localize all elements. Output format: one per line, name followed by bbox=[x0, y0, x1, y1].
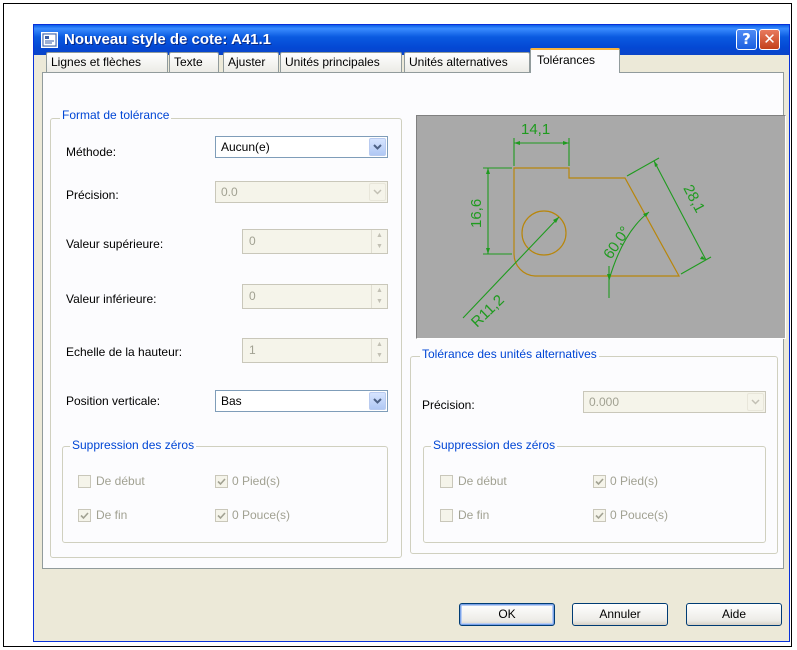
alt-de-debut-label: De début bbox=[458, 474, 507, 488]
tab-texte[interactable]: Texte bbox=[169, 52, 219, 72]
valeur-superieure-value: 0 bbox=[249, 234, 256, 248]
methode-select[interactable]: Aucun(e) bbox=[215, 136, 388, 158]
pied-checkbox[interactable] bbox=[215, 475, 228, 488]
de-debut-label: De début bbox=[96, 474, 145, 488]
aide-button[interactable]: Aide bbox=[686, 603, 782, 626]
spin-up-icon[interactable]: ▲ bbox=[372, 285, 387, 296]
help-button[interactable]: ? bbox=[736, 29, 757, 50]
spin-down-icon[interactable]: ▼ bbox=[372, 241, 387, 252]
spin-down-icon[interactable]: ▼ bbox=[372, 296, 387, 307]
dim-right-label: 28,1 bbox=[679, 182, 708, 216]
precision-select[interactable]: 0.0 bbox=[215, 181, 388, 203]
alt-de-fin-checkbox[interactable] bbox=[440, 509, 453, 522]
alt-de-fin-label: De fin bbox=[458, 508, 490, 522]
position-verticale-value: Bas bbox=[221, 394, 242, 408]
echelle-hauteur-value: 1 bbox=[249, 343, 256, 357]
tab-unites-alternatives[interactable]: Unités alternatives bbox=[404, 52, 530, 72]
position-verticale-select[interactable]: Bas bbox=[215, 390, 388, 412]
window-title: Nouveau style de cote: A41.1 bbox=[64, 31, 272, 48]
dim-radius-label: R11,2 bbox=[468, 292, 508, 331]
alt-pouce-label: 0 Pouce(s) bbox=[610, 508, 669, 522]
spin-down-icon[interactable]: ▼ bbox=[372, 350, 387, 361]
ok-button[interactable]: OK bbox=[459, 603, 555, 626]
annuler-button[interactable]: Annuler bbox=[572, 603, 668, 626]
dim-left-label: 16,6 bbox=[468, 199, 485, 228]
pied-label: 0 Pied(s) bbox=[232, 474, 281, 488]
chevron-down-icon[interactable] bbox=[369, 183, 386, 201]
dim-angle-label: 60,0° bbox=[600, 224, 634, 263]
alt-pied-label: 0 Pied(s) bbox=[610, 474, 659, 488]
methode-label: Méthode: bbox=[66, 145, 117, 159]
valeur-inferieure-label: Valeur inférieure: bbox=[66, 292, 157, 306]
alt-de-debut-checkbox[interactable] bbox=[440, 475, 453, 488]
alt-zeros-suppression-label: Suppression des zéros bbox=[431, 438, 558, 452]
valeur-inferieure-value: 0 bbox=[249, 289, 256, 303]
tab-tolerances[interactable]: Tolérances bbox=[530, 48, 620, 73]
alt-precision-select[interactable]: 0.000 bbox=[583, 391, 766, 413]
alt-precision-label: Précision: bbox=[422, 398, 475, 412]
de-debut-checkbox[interactable] bbox=[78, 475, 91, 488]
chevron-down-icon[interactable] bbox=[747, 393, 764, 411]
de-fin-checkbox[interactable] bbox=[78, 509, 91, 522]
pouce-label: 0 Pouce(s) bbox=[232, 508, 291, 522]
spin-buttons[interactable]: ▲ ▼ bbox=[371, 339, 387, 362]
echelle-hauteur-input[interactable]: 1 ▲ ▼ bbox=[242, 338, 388, 363]
spin-buttons[interactable]: ▲ ▼ bbox=[371, 285, 387, 308]
chevron-down-icon[interactable] bbox=[369, 138, 386, 156]
app-icon bbox=[41, 32, 58, 48]
precision-value: 0.0 bbox=[221, 185, 238, 199]
spin-up-icon[interactable]: ▲ bbox=[372, 230, 387, 241]
chevron-down-icon[interactable] bbox=[369, 392, 386, 410]
tab-lignes-et-fleches[interactable]: Lignes et flèches bbox=[46, 52, 168, 72]
spin-up-icon[interactable]: ▲ bbox=[372, 339, 387, 350]
valeur-superieure-label: Valeur supérieure: bbox=[66, 237, 164, 251]
zeros-suppression-label: Suppression des zéros bbox=[70, 438, 197, 452]
tab-unites-principales[interactable]: Unités principales bbox=[280, 52, 402, 72]
precision-label: Précision: bbox=[66, 188, 119, 202]
position-verticale-label: Position verticale: bbox=[66, 394, 161, 408]
pouce-checkbox[interactable] bbox=[215, 509, 228, 522]
tab-ajuster[interactable]: Ajuster bbox=[223, 52, 279, 72]
alt-precision-value: 0.000 bbox=[589, 395, 620, 409]
valeur-inferieure-input[interactable]: 0 ▲ ▼ bbox=[242, 284, 388, 309]
methode-value: Aucun(e) bbox=[221, 140, 270, 154]
alt-pied-checkbox[interactable] bbox=[593, 475, 606, 488]
dim-top-label: 14,1 bbox=[521, 121, 550, 138]
alt-zeros-suppression-group bbox=[423, 446, 766, 543]
zeros-suppression-group bbox=[62, 446, 388, 543]
format-tolerance-label: Format de tolérance bbox=[60, 108, 172, 122]
spin-buttons[interactable]: ▲ ▼ bbox=[371, 230, 387, 253]
alt-pouce-checkbox[interactable] bbox=[593, 509, 606, 522]
title-bar[interactable]: Nouveau style de cote: A41.1 ? ✕ bbox=[34, 25, 789, 55]
alt-tolerance-label: Tolérance des unités alternatives bbox=[420, 347, 599, 361]
echelle-hauteur-label: Echelle de la hauteur: bbox=[66, 345, 183, 359]
dimension-preview: 14,1 16,6 28,1 60,0° R11,2 bbox=[416, 115, 786, 339]
valeur-superieure-input[interactable]: 0 ▲ ▼ bbox=[242, 229, 388, 254]
close-button[interactable]: ✕ bbox=[759, 29, 780, 50]
de-fin-label: De fin bbox=[96, 508, 128, 522]
